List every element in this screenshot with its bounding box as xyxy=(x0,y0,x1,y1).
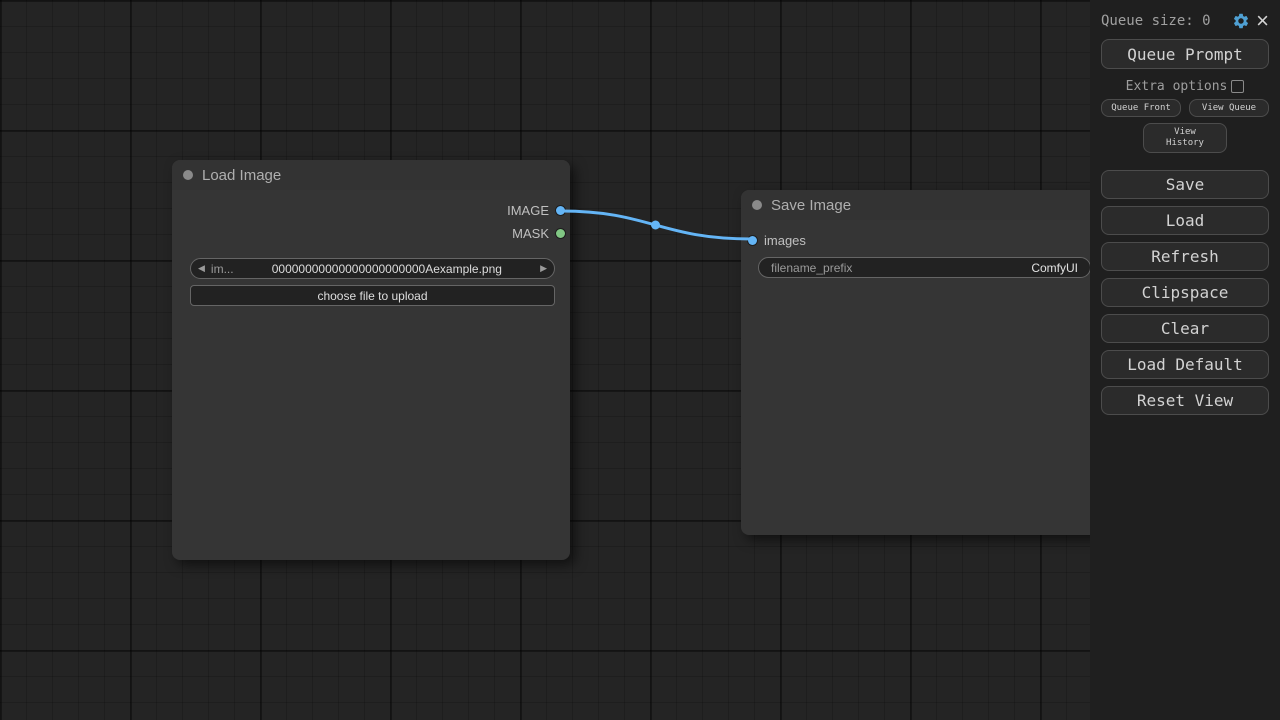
load-image-title-bar[interactable]: Load Image xyxy=(172,160,570,190)
images-input-dot[interactable] xyxy=(748,236,757,245)
widget-value: ComfyUI xyxy=(1031,261,1078,275)
node-title: Load Image xyxy=(202,167,281,184)
image-output-dot[interactable] xyxy=(556,206,565,215)
image-output-slot: IMAGE xyxy=(172,199,570,222)
mask-output-dot[interactable] xyxy=(556,229,565,238)
view-queue-button[interactable]: View Queue xyxy=(1189,99,1269,117)
load-image-node[interactable]: Load Image IMAGE MASK ◀ im... 0000000000… xyxy=(172,160,570,560)
view-history-label: View History xyxy=(1162,127,1208,149)
image-filename-combo[interactable]: ◀ im... 00000000000000000000000Aexample.… xyxy=(190,258,555,279)
comfy-menu-panel: Queue size: 0 × Queue Prompt Extra optio… xyxy=(1090,0,1280,720)
queue-prompt-button[interactable]: Queue Prompt xyxy=(1101,39,1269,69)
queue-status-row: Queue size: 0 × xyxy=(1101,8,1269,34)
combo-next-arrow-icon[interactable]: ▶ xyxy=(540,264,547,273)
load-default-button[interactable]: Load Default xyxy=(1101,350,1269,379)
save-image-node[interactable]: Save Image images filename_prefix ComfyU… xyxy=(741,190,1106,535)
settings-gear-icon[interactable] xyxy=(1232,12,1250,30)
extra-options-row: Extra options xyxy=(1101,77,1269,95)
slot-label: images xyxy=(764,233,806,248)
save-image-title-bar[interactable]: Save Image xyxy=(741,190,1106,220)
combo-value: 00000000000000000000000Aexample.png xyxy=(234,262,540,276)
queue-size-label: Queue size: 0 xyxy=(1101,13,1226,29)
slot-label: MASK xyxy=(512,226,549,241)
node-title: Save Image xyxy=(771,197,851,214)
load-button[interactable]: Load xyxy=(1101,206,1269,235)
combo-prev-arrow-icon[interactable]: ◀ xyxy=(198,264,205,273)
widget-label: filename_prefix xyxy=(771,261,852,275)
refresh-button[interactable]: Refresh xyxy=(1101,242,1269,271)
view-history-button[interactable]: View History xyxy=(1143,123,1227,153)
slot-label: IMAGE xyxy=(507,203,549,218)
extra-options-label: Extra options xyxy=(1126,79,1228,94)
images-input-slot: images xyxy=(741,229,1106,252)
choose-file-button[interactable]: choose file to upload xyxy=(190,285,555,306)
save-image-slots: images xyxy=(741,229,1106,252)
clear-button[interactable]: Clear xyxy=(1101,314,1269,343)
extra-options-checkbox[interactable] xyxy=(1231,80,1244,93)
combo-label: im... xyxy=(211,262,234,276)
queue-actions-row: Queue Front View Queue xyxy=(1101,99,1269,117)
clipspace-button[interactable]: Clipspace xyxy=(1101,278,1269,307)
node-status-dot-icon xyxy=(752,200,762,210)
close-icon[interactable]: × xyxy=(1256,12,1269,30)
queue-front-button[interactable]: Queue Front xyxy=(1101,99,1181,117)
load-image-slots: IMAGE MASK xyxy=(172,199,570,245)
filename-prefix-widget[interactable]: filename_prefix ComfyUI xyxy=(758,257,1091,278)
mask-output-slot: MASK xyxy=(172,222,570,245)
reset-view-button[interactable]: Reset View xyxy=(1101,386,1269,415)
view-history-row: View History xyxy=(1101,123,1269,153)
node-status-dot-icon xyxy=(183,170,193,180)
save-button[interactable]: Save xyxy=(1101,170,1269,199)
